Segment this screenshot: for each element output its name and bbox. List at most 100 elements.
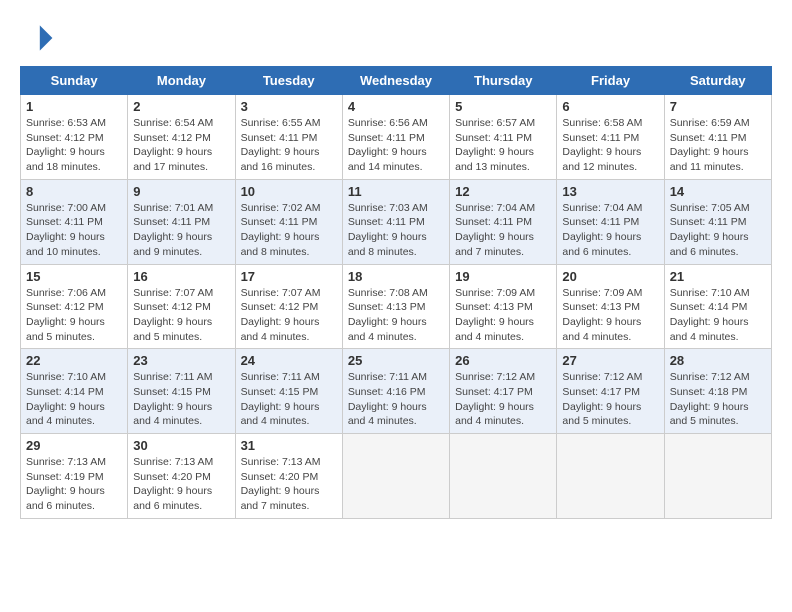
calendar-cell: 28 Sunrise: 7:12 AMSunset: 4:18 PMDayligh… [664, 349, 771, 434]
calendar-cell [450, 434, 557, 519]
day-info: Sunrise: 7:03 AMSunset: 4:11 PMDaylight:… [348, 201, 444, 260]
day-header-thursday: Thursday [450, 67, 557, 95]
day-info: Sunrise: 7:09 AMSunset: 4:13 PMDaylight:… [562, 286, 658, 345]
day-number: 12 [455, 184, 551, 199]
calendar-cell: 2 Sunrise: 6:54 AMSunset: 4:12 PMDaylight… [128, 95, 235, 180]
day-info: Sunrise: 7:04 AMSunset: 4:11 PMDaylight:… [455, 201, 551, 260]
logo [20, 20, 60, 56]
day-info: Sunrise: 7:10 AMSunset: 4:14 PMDaylight:… [26, 370, 122, 429]
day-number: 23 [133, 353, 229, 368]
day-info: Sunrise: 7:00 AMSunset: 4:11 PMDaylight:… [26, 201, 122, 260]
header [20, 20, 772, 56]
calendar-cell: 31 Sunrise: 7:13 AMSunset: 4:20 PMDayligh… [235, 434, 342, 519]
calendar-cell [557, 434, 664, 519]
week-row-1: 1 Sunrise: 6:53 AMSunset: 4:12 PMDaylight… [21, 95, 772, 180]
calendar-cell: 21 Sunrise: 7:10 AMSunset: 4:14 PMDayligh… [664, 264, 771, 349]
day-info: Sunrise: 7:12 AMSunset: 4:18 PMDaylight:… [670, 370, 766, 429]
calendar-table: SundayMondayTuesdayWednesdayThursdayFrid… [20, 66, 772, 519]
calendar-cell [342, 434, 449, 519]
calendar-cell: 5 Sunrise: 6:57 AMSunset: 4:11 PMDaylight… [450, 95, 557, 180]
day-info: Sunrise: 7:13 AMSunset: 4:19 PMDaylight:… [26, 455, 122, 514]
calendar-cell: 17Sunrise: 7:07 AMSunset: 4:12 PMDayligh… [235, 264, 342, 349]
day-info: Sunrise: 7:12 AMSunset: 4:17 PMDaylight:… [562, 370, 658, 429]
day-info: Sunrise: 7:11 AMSunset: 4:15 PMDaylight:… [133, 370, 229, 429]
day-number: 19 [455, 269, 551, 284]
day-info: Sunrise: 7:02 AMSunset: 4:11 PMDaylight:… [241, 201, 337, 260]
day-number: 2 [133, 99, 229, 114]
day-info: Sunrise: 7:13 AMSunset: 4:20 PMDaylight:… [241, 455, 337, 514]
day-number: 11 [348, 184, 444, 199]
day-info: Sunrise: 7:04 AMSunset: 4:11 PMDaylight:… [562, 201, 658, 260]
day-header-sunday: Sunday [21, 67, 128, 95]
day-number: 18 [348, 269, 444, 284]
day-number: 31 [241, 438, 337, 453]
calendar-cell: 6Sunrise: 6:58 AMSunset: 4:11 PMDaylight… [557, 95, 664, 180]
day-number: 3 [241, 99, 337, 114]
day-info: Sunrise: 6:58 AMSunset: 4:11 PMDaylight:… [562, 116, 658, 175]
day-info: Sunrise: 6:55 AMSunset: 4:11 PMDaylight:… [241, 116, 337, 175]
calendar-cell: 14Sunrise: 7:05 AMSunset: 4:11 PMDayligh… [664, 179, 771, 264]
day-number: 1 [26, 99, 122, 114]
day-info: Sunrise: 7:10 AMSunset: 4:14 PMDaylight:… [670, 286, 766, 345]
day-number: 7 [670, 99, 766, 114]
calendar-cell: 20 Sunrise: 7:09 AMSunset: 4:13 PMDayligh… [557, 264, 664, 349]
calendar-cell: 27 Sunrise: 7:12 AMSunset: 4:17 PMDayligh… [557, 349, 664, 434]
calendar-cell: 24 Sunrise: 7:11 AMSunset: 4:15 PMDayligh… [235, 349, 342, 434]
calendar-cell: 8 Sunrise: 7:00 AMSunset: 4:11 PMDaylight… [21, 179, 128, 264]
calendar-cell: 16Sunrise: 7:07 AMSunset: 4:12 PMDayligh… [128, 264, 235, 349]
calendar-cell [664, 434, 771, 519]
day-info: Sunrise: 6:57 AMSunset: 4:11 PMDaylight:… [455, 116, 551, 175]
day-number: 9 [133, 184, 229, 199]
day-header-friday: Friday [557, 67, 664, 95]
calendar-cell: 19 Sunrise: 7:09 AMSunset: 4:13 PMDayligh… [450, 264, 557, 349]
week-row-4: 22 Sunrise: 7:10 AMSunset: 4:14 PMDayligh… [21, 349, 772, 434]
day-info: Sunrise: 6:56 AMSunset: 4:11 PMDaylight:… [348, 116, 444, 175]
calendar-cell: 30 Sunrise: 7:13 AMSunset: 4:20 PMDayligh… [128, 434, 235, 519]
day-info: Sunrise: 6:53 AMSunset: 4:12 PMDaylight:… [26, 116, 122, 175]
day-header-tuesday: Tuesday [235, 67, 342, 95]
day-number: 10 [241, 184, 337, 199]
day-number: 17 [241, 269, 337, 284]
day-info: Sunrise: 7:07 AMSunset: 4:12 PMDaylight:… [133, 286, 229, 345]
day-info: Sunrise: 7:09 AMSunset: 4:13 PMDaylight:… [455, 286, 551, 345]
day-info: Sunrise: 6:54 AMSunset: 4:12 PMDaylight:… [133, 116, 229, 175]
day-number: 5 [455, 99, 551, 114]
day-number: 13 [562, 184, 658, 199]
calendar-cell: 26Sunrise: 7:12 AMSunset: 4:17 PMDayligh… [450, 349, 557, 434]
day-number: 21 [670, 269, 766, 284]
day-header-wednesday: Wednesday [342, 67, 449, 95]
day-number: 8 [26, 184, 122, 199]
calendar-cell: 25 Sunrise: 7:11 AMSunset: 4:16 PMDayligh… [342, 349, 449, 434]
week-row-5: 29 Sunrise: 7:13 AMSunset: 4:19 PMDayligh… [21, 434, 772, 519]
calendar-cell: 3 Sunrise: 6:55 AMSunset: 4:11 PMDaylight… [235, 95, 342, 180]
day-header-saturday: Saturday [664, 67, 771, 95]
header-row: SundayMondayTuesdayWednesdayThursdayFrid… [21, 67, 772, 95]
day-number: 28 [670, 353, 766, 368]
calendar-cell: 13 Sunrise: 7:04 AMSunset: 4:11 PMDayligh… [557, 179, 664, 264]
calendar-cell: 22 Sunrise: 7:10 AMSunset: 4:14 PMDayligh… [21, 349, 128, 434]
day-info: Sunrise: 7:11 AMSunset: 4:16 PMDaylight:… [348, 370, 444, 429]
day-number: 15 [26, 269, 122, 284]
calendar-cell: 1 Sunrise: 6:53 AMSunset: 4:12 PMDaylight… [21, 95, 128, 180]
day-number: 26 [455, 353, 551, 368]
day-number: 22 [26, 353, 122, 368]
day-number: 14 [670, 184, 766, 199]
day-info: Sunrise: 7:01 AMSunset: 4:11 PMDaylight:… [133, 201, 229, 260]
day-number: 4 [348, 99, 444, 114]
day-info: Sunrise: 6:59 AMSunset: 4:11 PMDaylight:… [670, 116, 766, 175]
calendar-cell: 15Sunrise: 7:06 AMSunset: 4:12 PMDayligh… [21, 264, 128, 349]
week-row-2: 8 Sunrise: 7:00 AMSunset: 4:11 PMDaylight… [21, 179, 772, 264]
day-number: 29 [26, 438, 122, 453]
day-number: 24 [241, 353, 337, 368]
day-number: 30 [133, 438, 229, 453]
day-number: 25 [348, 353, 444, 368]
day-info: Sunrise: 7:13 AMSunset: 4:20 PMDaylight:… [133, 455, 229, 514]
day-number: 20 [562, 269, 658, 284]
calendar-cell: 23 Sunrise: 7:11 AMSunset: 4:15 PMDayligh… [128, 349, 235, 434]
calendar-cell: 7 Sunrise: 6:59 AMSunset: 4:11 PMDaylight… [664, 95, 771, 180]
calendar-cell: 29 Sunrise: 7:13 AMSunset: 4:19 PMDayligh… [21, 434, 128, 519]
day-number: 27 [562, 353, 658, 368]
day-info: Sunrise: 7:11 AMSunset: 4:15 PMDaylight:… [241, 370, 337, 429]
logo-icon [20, 20, 56, 56]
calendar-cell: 4 Sunrise: 6:56 AMSunset: 4:11 PMDaylight… [342, 95, 449, 180]
